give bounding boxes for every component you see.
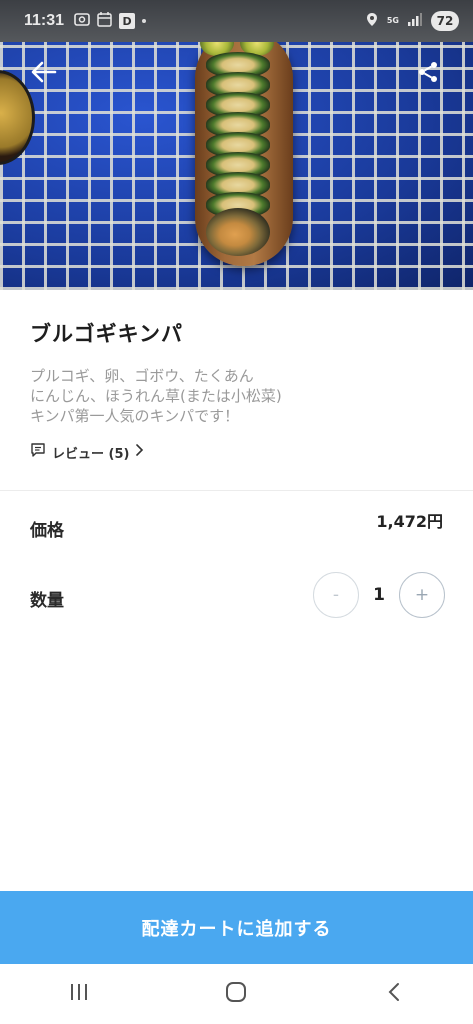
- back-button[interactable]: [28, 58, 60, 90]
- battery-indicator: 72: [431, 11, 459, 31]
- status-bar: 11:31 D 5G 72: [0, 0, 473, 42]
- quantity-stepper: - 1 +: [313, 571, 445, 619]
- price-value: 1,472円: [376, 512, 443, 531]
- product-description: プルコギ、卵、ゴボウ、たくあん にんじん、ほうれん草(または小松菜) キンパ第一…: [30, 366, 450, 426]
- home-button[interactable]: [206, 974, 266, 1014]
- clock: 11:31: [24, 12, 65, 29]
- calendar-icon: [97, 11, 112, 31]
- price-label: 価格: [30, 521, 64, 541]
- increase-quantity-button[interactable]: +: [399, 572, 445, 618]
- share-icon: [416, 60, 440, 88]
- home-icon: [225, 981, 247, 1007]
- signal-icon: [408, 12, 422, 30]
- chevron-left-icon: [387, 982, 401, 1006]
- product-title: ブルゴギキンパ: [30, 322, 183, 346]
- decrease-quantity-button[interactable]: -: [313, 572, 359, 618]
- review-label: レビュー (5): [52, 446, 130, 462]
- recent-apps-button[interactable]: [49, 974, 109, 1014]
- recent-apps-icon: [69, 983, 89, 1005]
- quantity-value: 1: [373, 585, 385, 605]
- screenshot-icon: [74, 12, 90, 30]
- description-line: にんじん、ほうれん草(または小松菜): [30, 387, 282, 405]
- arrow-left-icon: [31, 61, 57, 87]
- add-to-cart-button[interactable]: 配達カートに追加する: [0, 891, 473, 964]
- review-link[interactable]: レビュー (5): [30, 442, 144, 462]
- comment-icon: [30, 442, 46, 462]
- more-notifications-dot: [142, 19, 147, 23]
- location-icon: [366, 12, 378, 31]
- product-image: [0, 0, 473, 290]
- description-line: キンパ第一人気のキンパです！: [30, 407, 240, 425]
- quantity-label: 数量: [30, 591, 64, 611]
- app-notification-icon: D: [119, 13, 136, 29]
- system-navigation-bar: [0, 964, 473, 1024]
- network-type: 5G: [386, 16, 399, 25]
- share-button[interactable]: [412, 58, 444, 90]
- kimbap-end-slice: [206, 208, 270, 256]
- system-back-button[interactable]: [364, 974, 424, 1014]
- section-divider: [0, 490, 473, 491]
- description-line: プルコギ、卵、ゴボウ、たくあん: [30, 367, 254, 385]
- chevron-right-icon: [135, 444, 144, 460]
